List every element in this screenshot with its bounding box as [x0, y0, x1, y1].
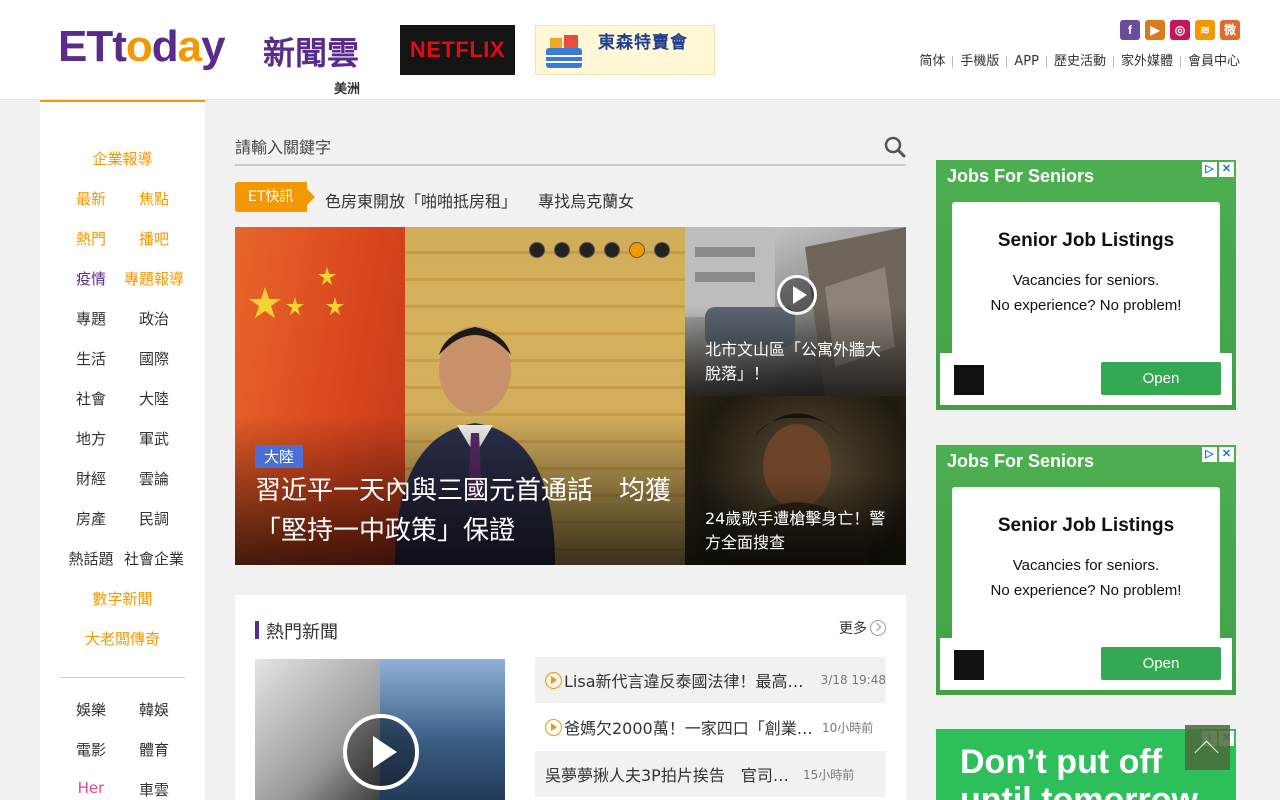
nav-link[interactable]: 軍武 — [114, 428, 194, 449]
video-play-icon — [545, 718, 562, 736]
ad-open-button[interactable]: Open — [1101, 647, 1221, 680]
carousel-dot[interactable] — [579, 242, 595, 258]
carousel-dot[interactable] — [604, 242, 620, 258]
region-label[interactable]: 美洲 — [334, 78, 360, 97]
breaking-news-label: ET快訊 — [235, 182, 315, 212]
breaking-news-items: 色房東開放「啪啪抵房租」 專找烏克蘭女 — [325, 188, 650, 212]
weibo-icon[interactable]: 微 — [1220, 20, 1240, 40]
topnav-member[interactable]: 會員中心 — [1179, 55, 1240, 68]
ad-panel: Senior Job Listings Vacancies for seniors… — [952, 202, 1220, 357]
breaking-news-item[interactable]: 專找烏克蘭女 — [538, 192, 634, 211]
topnav-outdoor-media[interactable]: 家外媒體 — [1112, 55, 1180, 68]
hero-story[interactable]: 大陸 習近平一天內與三國元首通話 均獲「堅持一中政策」保證 — [235, 227, 685, 565]
nav-link[interactable]: 國際 — [114, 348, 194, 369]
ad-open-button[interactable]: Open — [1101, 362, 1221, 395]
hot-news-item[interactable]: Lisa新代言違反泰國法律！最高「… 3/18 19:48 — [535, 657, 886, 703]
shopping-basket-icon — [546, 35, 582, 68]
logo-cn-text: 新聞雲 — [263, 34, 360, 72]
ad-banner[interactable]: Jobs For Seniors ▷ ✕ Senior Job Listings Vac… — [936, 445, 1236, 695]
social-links: f ▶ ◎ ≋ 微 — [1120, 20, 1240, 40]
hot-news-item[interactable]: 爸媽欠2000萬！一家四口「創業賣… 10小時前 — [535, 704, 886, 750]
carousel-dots — [529, 242, 670, 258]
carousel-dot[interactable] — [554, 242, 570, 258]
logo-et-text: ETtoday — [58, 22, 226, 71]
nav-link[interactable]: 大老闆傳奇 — [40, 628, 205, 649]
hot-news-item[interactable]: 吳夢夢揪人夫3P拍片挨告 官司結果… 15小時前 — [535, 751, 886, 797]
topnav-simplified[interactable]: 简体 — [912, 55, 952, 68]
hot-news-item-time: 10小時前 — [822, 720, 874, 735]
video-play-icon[interactable] — [343, 714, 419, 790]
youtube-icon[interactable]: ▶ — [1145, 20, 1165, 40]
nav-link[interactable]: 社會企業 — [114, 548, 194, 569]
ad-choices-icon[interactable]: ▷ — [1202, 447, 1217, 462]
ad-text: Vacancies for seniors. No experience? No … — [990, 272, 1182, 314]
nav-link[interactable]: 大陸 — [114, 388, 194, 409]
ad-text: Vacancies for seniors. No experience? No … — [990, 557, 1182, 599]
hot-news-item-time: 3/18 19:48 — [820, 673, 886, 687]
ad-panel: Senior Job Listings Vacancies for seniors… — [952, 487, 1220, 642]
hot-news-title: 熱門新聞 — [266, 622, 338, 643]
hot-news-more-link[interactable]: 更多 — [839, 618, 886, 638]
carousel-dot[interactable] — [629, 242, 645, 258]
carousel-dot[interactable] — [529, 242, 545, 258]
ad-header: Jobs For Seniors — [947, 451, 1095, 471]
hot-news-item-title: Lisa新代言違反泰國法律！最高「… — [564, 672, 818, 691]
nav-link[interactable]: 專題報導 — [114, 268, 194, 289]
side-story-card[interactable]: 北市文山區「公寓外牆大脫落」！ — [685, 227, 906, 396]
netflix-banner[interactable]: NETFLIX — [400, 25, 515, 75]
ad-title: Senior Job Listings — [997, 230, 1175, 251]
promo-banner[interactable]: 東森特賣會 — [535, 25, 715, 75]
hero-headline[interactable]: 習近平一天內與三國元首通話 均獲「堅持一中政策」保證 — [255, 471, 675, 551]
instagram-icon[interactable]: ◎ — [1170, 20, 1190, 40]
left-category-nav: 企業報導 最新 焦點 熱門 播吧 疫情 專題報導 專題 政治 生活 國際 社會 大陸 地方 軍武 財經 雲論 房產… — [40, 100, 205, 800]
nav-link[interactable]: 企業報導 — [40, 148, 205, 169]
site-logo[interactable]: ETtoday 新聞雲 — [58, 22, 363, 78]
nav-link[interactable]: 車雲 — [114, 779, 194, 800]
side-story-card[interactable]: 24歲歌手遭槍擊身亡！警方全面搜查 — [685, 396, 906, 565]
ad-banner[interactable]: Jobs For Seniors ▷ ✕ Senior Job Listings Vac… — [936, 160, 1236, 410]
promo-text: 東森特賣會 — [598, 33, 688, 53]
nav-link[interactable]: 播吧 — [114, 228, 194, 249]
search-bar — [235, 130, 906, 166]
side-story-title: 24歲歌手遭槍擊身亡！警方全面搜查 — [705, 509, 886, 552]
nav-link[interactable]: 韓娛 — [114, 699, 194, 720]
advertiser-logo — [954, 650, 984, 680]
nav-link[interactable]: 數字新聞 — [40, 588, 205, 609]
breaking-news-item[interactable]: 色房東開放「啪啪抵房租」 — [325, 192, 517, 211]
search-icon[interactable] — [884, 136, 906, 158]
ad-headline: Don’t put off until tomorrow — [960, 743, 1198, 800]
nav-link[interactable]: 雲論 — [114, 468, 194, 489]
advertiser-logo — [954, 365, 984, 395]
ad-title: Senior Job Listings — [997, 515, 1175, 536]
facebook-icon[interactable]: f — [1120, 20, 1140, 40]
topnav-mobile[interactable]: 手機版 — [952, 55, 1006, 68]
hot-news-item-title: 爸媽欠2000萬！一家四口「創業賣… — [564, 719, 819, 738]
carousel-dot[interactable] — [654, 242, 670, 258]
hero-category-badge[interactable]: 大陸 — [255, 445, 304, 468]
rss-icon[interactable]: ≋ — [1195, 20, 1215, 40]
side-story-title: 北市文山區「公寓外牆大脫落」！ — [705, 340, 882, 383]
ad-header: Jobs For Seniors — [947, 166, 1095, 186]
ad-choices-icon[interactable]: ▷ — [1202, 162, 1217, 177]
video-play-icon — [545, 671, 562, 689]
topnav-app[interactable]: APP — [1006, 55, 1046, 68]
topnav-history[interactable]: 歷史活動 — [1045, 55, 1113, 68]
nav-link[interactable]: 政治 — [114, 308, 194, 329]
close-icon[interactable]: ✕ — [1219, 447, 1234, 462]
hot-news-item-title: 吳夢夢揪人夫3P拍片挨告 官司結果… — [545, 766, 800, 785]
nav-divider — [60, 677, 185, 678]
back-to-top-button[interactable] — [1185, 725, 1230, 770]
close-icon[interactable]: ✕ — [1219, 162, 1234, 177]
hot-news-thumbnail[interactable] — [255, 659, 505, 800]
hot-news-item-time: 15小時前 — [803, 767, 855, 782]
site-header: ETtoday 新聞雲 美洲 NETFLIX 東森特賣會 f ▶ ◎ ≋ 微 简体 手機… — [0, 0, 1280, 100]
nav-link[interactable]: 焦點 — [114, 188, 194, 209]
search-input[interactable] — [235, 130, 855, 164]
hot-news-section: 熱門新聞 更多 Lisa新代言違反泰國法律！最高「… 3/18 19:48 爸媽欠2… — [235, 595, 906, 800]
nav-link[interactable]: 體育 — [114, 739, 194, 760]
top-nav: 简体 手機版 APP 歷史活動 家外媒體 會員中心 — [912, 55, 1240, 68]
arrow-right-circle-icon — [870, 620, 886, 636]
nav-link[interactable]: 民調 — [114, 508, 194, 529]
